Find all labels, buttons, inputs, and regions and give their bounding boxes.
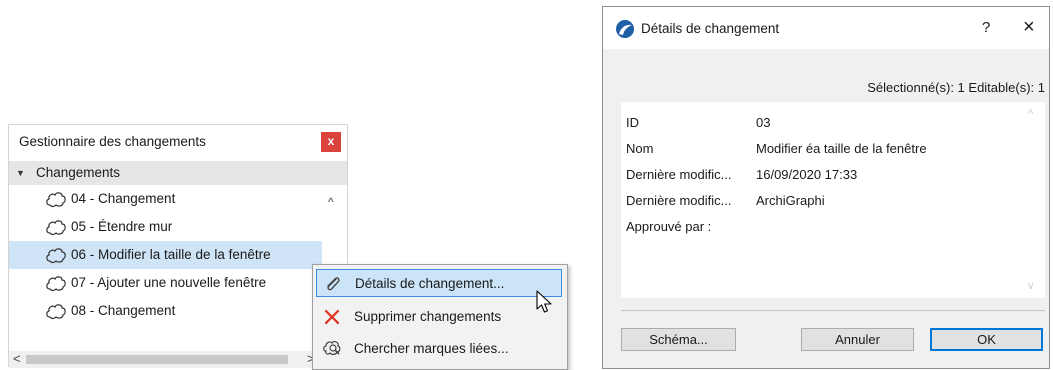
properties-panel: ID 03 Nom Modifier éa taille de la fenêt…	[621, 102, 1045, 298]
scroll-up-arrow-icon[interactable]: ^	[328, 195, 334, 209]
change-list-item-selected[interactable]: 06 - Modifier la taille de la fenêtre	[9, 241, 322, 269]
revision-cloud-icon	[46, 276, 66, 292]
cancel-button[interactable]: Annuler	[801, 328, 914, 351]
change-item-label: 05 - Étendre mur	[71, 219, 173, 234]
scrollbar-thumb[interactable]	[26, 355, 288, 364]
prop-value-id[interactable]: 03	[756, 115, 770, 130]
changes-group-label: Changements	[36, 165, 121, 180]
change-manager-palette: Gestionnaire des changements x ▼ Changem…	[8, 124, 348, 368]
change-item-label: 06 - Modifier la taille de la fenêtre	[71, 247, 271, 262]
dialog-title: Détails de changement	[641, 21, 780, 36]
change-item-label: 04 - Changement	[71, 191, 176, 206]
menu-item-label: Détails de changement...	[355, 276, 505, 291]
change-list-item[interactable]: 05 - Étendre mur	[9, 213, 322, 241]
horizontal-scrollbar[interactable]: < >	[9, 351, 347, 368]
dialog-titlebar[interactable]: Détails de changement ? ×	[603, 7, 1049, 49]
dialog-close-button[interactable]: ×	[1023, 16, 1035, 39]
change-item-label: 07 - Ajouter une nouvelle fenêtre	[71, 275, 267, 290]
revision-cloud-icon	[46, 192, 66, 208]
context-menu: Détails de changement... Supprimer chang…	[312, 264, 568, 370]
change-item-label: 08 - Changement	[71, 303, 176, 318]
change-details-dialog: Détails de changement ? × Sélectionné(s)…	[602, 6, 1050, 369]
find-marker-icon	[323, 340, 341, 355]
menu-item-change-details[interactable]: Détails de changement...	[316, 269, 562, 297]
prop-value-last-modified-by: ArchiGraphi	[756, 193, 825, 208]
divider	[621, 310, 1045, 311]
change-list-item[interactable]: 08 - Changement	[9, 297, 322, 325]
selection-counts: Sélectionné(s): 1 Editable(s): 1	[867, 80, 1045, 95]
menu-item-delete-changes[interactable]: Supprimer changements	[316, 303, 562, 331]
schema-button[interactable]: Schéma...	[621, 328, 736, 351]
changes-group-header[interactable]: ▼ Changements	[9, 161, 347, 185]
revision-cloud-icon	[46, 304, 66, 320]
menu-item-find-markers[interactable]: Chercher marques liées...	[316, 335, 562, 363]
prop-label-last-modified-by: Dernière modific...	[626, 193, 732, 208]
mouse-cursor-icon	[536, 290, 552, 313]
scroll-up-arrow-icon[interactable]: ^	[1028, 108, 1033, 120]
app-logo-icon	[616, 20, 634, 38]
revision-cloud-icon	[46, 248, 66, 264]
revision-cloud-icon	[46, 220, 66, 236]
paperclip-icon	[327, 277, 340, 291]
change-list-item[interactable]: 04 - Changement	[9, 185, 322, 213]
scroll-left-arrow-icon[interactable]: <	[13, 351, 21, 366]
prop-value-name[interactable]: Modifier éa taille de la fenêtre	[756, 141, 927, 156]
prop-label-last-modified-date: Dernière modific...	[626, 167, 732, 182]
ok-button[interactable]: OK	[930, 328, 1043, 351]
palette-close-button[interactable]: x	[321, 132, 341, 152]
prop-label-id: ID	[626, 115, 639, 130]
delete-x-icon	[324, 309, 340, 325]
scroll-down-arrow-icon[interactable]: v	[1028, 280, 1034, 292]
menu-item-label: Chercher marques liées...	[354, 341, 509, 356]
change-list-item[interactable]: 07 - Ajouter une nouvelle fenêtre	[9, 269, 322, 297]
prop-label-approved-by: Approuvé par :	[626, 219, 712, 234]
help-button[interactable]: ?	[982, 19, 990, 36]
palette-title: Gestionnaire des changements	[19, 134, 206, 149]
menu-item-label: Supprimer changements	[354, 309, 502, 324]
prop-label-name: Nom	[626, 141, 654, 156]
collapse-triangle-icon[interactable]: ▼	[16, 164, 25, 182]
prop-value-last-modified-date: 16/09/2020 17:33	[756, 167, 858, 182]
